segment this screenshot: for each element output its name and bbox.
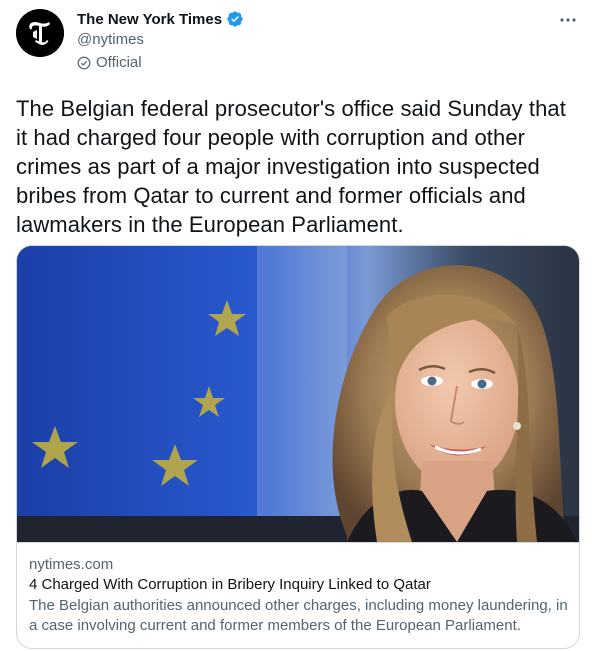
link-card[interactable]: nytimes.com 4 Charged With Corruption in… bbox=[16, 245, 580, 649]
card-title[interactable]: 4 Charged With Corruption in Bribery Inq… bbox=[29, 575, 569, 595]
verified-badge-icon bbox=[227, 11, 243, 27]
card-description: The Belgian authorities announced other … bbox=[29, 597, 568, 634]
official-check-icon bbox=[77, 56, 91, 69]
tweet: The New York Times @nytimes Official The… bbox=[0, 0, 596, 651]
account-handle[interactable]: @nytimes bbox=[77, 31, 144, 48]
nyt-logo-icon bbox=[16, 9, 64, 57]
name-row: The New York Times bbox=[77, 10, 244, 28]
display-name[interactable]: The New York Times bbox=[77, 11, 222, 28]
nyt-avatar[interactable] bbox=[16, 9, 64, 57]
official-label: Official bbox=[96, 54, 142, 71]
official-label-row: Official bbox=[77, 54, 142, 71]
tweet-text: The Belgian federal prosecutor's office … bbox=[16, 96, 566, 237]
more-options-button[interactable] bbox=[554, 10, 582, 30]
card-image[interactable] bbox=[17, 246, 579, 542]
more-options-icon bbox=[560, 18, 576, 22]
card-domain: nytimes.com bbox=[29, 556, 114, 573]
card-body: nytimes.com 4 Charged With Corruption in… bbox=[17, 542, 579, 636]
article-photo bbox=[17, 246, 579, 542]
